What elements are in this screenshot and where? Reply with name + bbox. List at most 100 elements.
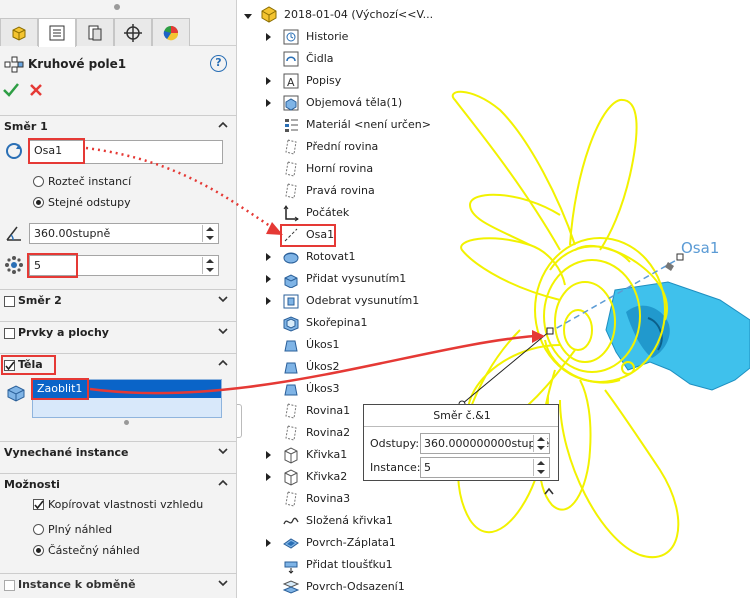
part-icon: [261, 6, 277, 23]
svg-text:A: A: [287, 76, 295, 89]
body-select-icon: [7, 385, 25, 402]
expand-arrow-icon[interactable]: [266, 77, 271, 85]
tab-property-manager[interactable]: [38, 18, 76, 47]
tree-item-6[interactable]: Přední rovina: [240, 136, 440, 158]
collapse-arrow-icon[interactable]: [244, 14, 252, 19]
tree-item-label: Počátek: [306, 206, 350, 219]
tree-item-22[interactable]: Rovina3: [240, 488, 440, 510]
instances-spinner[interactable]: [202, 257, 216, 274]
highlight-bodies-checkbox: [1, 355, 56, 375]
chevron-up-icon[interactable]: [217, 119, 229, 131]
callout-anchor-handle[interactable]: [546, 327, 554, 335]
origin-icon: [283, 205, 299, 222]
help-icon[interactable]: ?: [210, 55, 227, 72]
tree-item-14[interactable]: Skořepina1: [240, 312, 440, 334]
panel-grip-handle[interactable]: [114, 4, 120, 10]
manager-tabs: [0, 18, 237, 47]
plane-icon: [285, 425, 297, 441]
tree-item-2[interactable]: Čidla: [240, 48, 440, 70]
tree-item-12[interactable]: Přidat vysunutím1: [240, 268, 440, 290]
tree-item-label: Přidat vysunutím1: [306, 272, 407, 285]
expand-arrow-icon[interactable]: [266, 473, 271, 481]
callout-leader-line: [461, 330, 551, 405]
tree-root[interactable]: 2018-01-04 (Výchozí<<V...: [240, 4, 440, 26]
tab-feature-manager[interactable]: [0, 18, 38, 46]
list-resize-handle[interactable]: [124, 420, 129, 425]
chevron-up-icon[interactable]: [217, 477, 229, 489]
tab-display-manager[interactable]: [152, 18, 190, 46]
chevron-down-icon[interactable]: [217, 445, 229, 457]
tree-item-9[interactable]: Počátek: [240, 202, 440, 224]
angle-input[interactable]: 360.00stupně: [29, 223, 219, 244]
tree-root-label: 2018-01-04 (Výchozí<<V...: [284, 8, 434, 21]
copy-appearance-checkbox[interactable]: [33, 499, 44, 510]
tab-dimxpert-manager[interactable]: [114, 18, 152, 46]
expand-arrow-icon[interactable]: [266, 33, 271, 41]
chevron-down-icon[interactable]: [217, 577, 229, 589]
expand-arrow-icon[interactable]: [266, 253, 271, 261]
checkmark-icon: [34, 500, 44, 510]
angle-spinner[interactable]: [202, 225, 216, 242]
tree-item-17[interactable]: Úkos3: [240, 378, 440, 400]
expand-arrow-icon[interactable]: [266, 99, 271, 107]
tree-item-20[interactable]: Křivka1: [240, 444, 440, 466]
radio-partial-preview[interactable]: [33, 545, 44, 556]
expand-arrow-icon[interactable]: [266, 539, 271, 547]
chevron-down-icon[interactable]: [217, 325, 229, 337]
chevron-down-icon[interactable]: [217, 293, 229, 305]
reverse-direction-icon[interactable]: [3, 140, 25, 162]
tab-configuration-manager[interactable]: [76, 18, 114, 46]
tree-item-21[interactable]: Křivka2: [240, 466, 440, 488]
tree-item-1[interactable]: Historie: [240, 26, 440, 48]
curve-icon: [284, 447, 298, 464]
radio-partial-preview-label: Částečný náhled: [48, 544, 140, 557]
chevron-up-icon[interactable]: [217, 357, 229, 369]
callout-instances-spinner[interactable]: [533, 459, 547, 476]
surface-fill-icon: [283, 538, 299, 549]
tree-item-7[interactable]: Horní rovina: [240, 158, 440, 180]
tree-item-16[interactable]: Úkos2: [240, 356, 440, 378]
tree-item-5[interactable]: Materiál <není určen>: [240, 114, 440, 136]
vary-instances-checkbox[interactable]: [4, 580, 15, 591]
section-direction1-header[interactable]: Směr 1: [0, 115, 237, 137]
tree-item-label: Skořepina1: [306, 316, 368, 329]
tree-item-15[interactable]: Úkos1: [240, 334, 440, 356]
radio-full-preview[interactable]: [33, 524, 44, 535]
annotation-icon: A: [283, 73, 299, 89]
section-skip-instances-header[interactable]: Vynechané instance: [0, 441, 237, 463]
direction2-checkbox[interactable]: [4, 296, 15, 307]
section-vary-instances-header[interactable]: Instance k obměně: [0, 573, 237, 595]
tree-item-24[interactable]: Povrch-Záplata1: [240, 532, 440, 554]
tree-item-3[interactable]: A Popisy: [240, 70, 440, 92]
tree-item-18[interactable]: Rovina1: [240, 400, 440, 422]
radio-equal-spacing-label: Stejné odstupy: [48, 196, 131, 209]
expand-arrow-icon[interactable]: [266, 275, 271, 283]
tree-item-25[interactable]: Přidat tloušťku1: [240, 554, 440, 576]
expand-arrow-icon[interactable]: [266, 297, 271, 305]
feature-tree: 2018-01-04 (Výchozí<<V... Historie Čidla A…: [240, 0, 440, 598]
ok-check-icon[interactable]: [2, 82, 20, 98]
section-features-faces-header[interactable]: Prvky a plochy: [0, 321, 237, 343]
section-options-header[interactable]: Možnosti: [0, 473, 237, 495]
tree-item-19[interactable]: Rovina2: [240, 422, 440, 444]
tree-item-11[interactable]: Rotovat1: [240, 246, 440, 268]
circular-pattern-icon: [4, 56, 24, 73]
cancel-x-icon[interactable]: [28, 82, 44, 98]
callout-collapse-icon[interactable]: [543, 486, 555, 496]
tree-item-4[interactable]: Objemová těla(1): [240, 92, 440, 114]
tree-item-26[interactable]: Povrch-Odsazení1: [240, 576, 440, 598]
tree-item-13[interactable]: Odebrat vysunutím1: [240, 290, 440, 312]
radio-instance-spacing[interactable]: [33, 176, 44, 187]
tree-item-10[interactable]: Osa1: [240, 224, 440, 246]
tree-item-23[interactable]: Složená křivka1: [240, 510, 440, 532]
radio-equal-spacing[interactable]: [33, 197, 44, 208]
features-faces-checkbox[interactable]: [4, 328, 15, 339]
tree-item-label: Horní rovina: [306, 162, 374, 175]
callout-spacing-spinner[interactable]: [533, 435, 547, 452]
expand-arrow-icon[interactable]: [266, 451, 271, 459]
section-direction2-header[interactable]: Směr 2: [0, 289, 237, 311]
tree-item-8[interactable]: Pravá rovina: [240, 180, 440, 202]
axis-line: [547, 257, 681, 334]
tree-item-label: Rotovat1: [306, 250, 356, 263]
feature-title: Kruhové pole1: [28, 57, 127, 71]
